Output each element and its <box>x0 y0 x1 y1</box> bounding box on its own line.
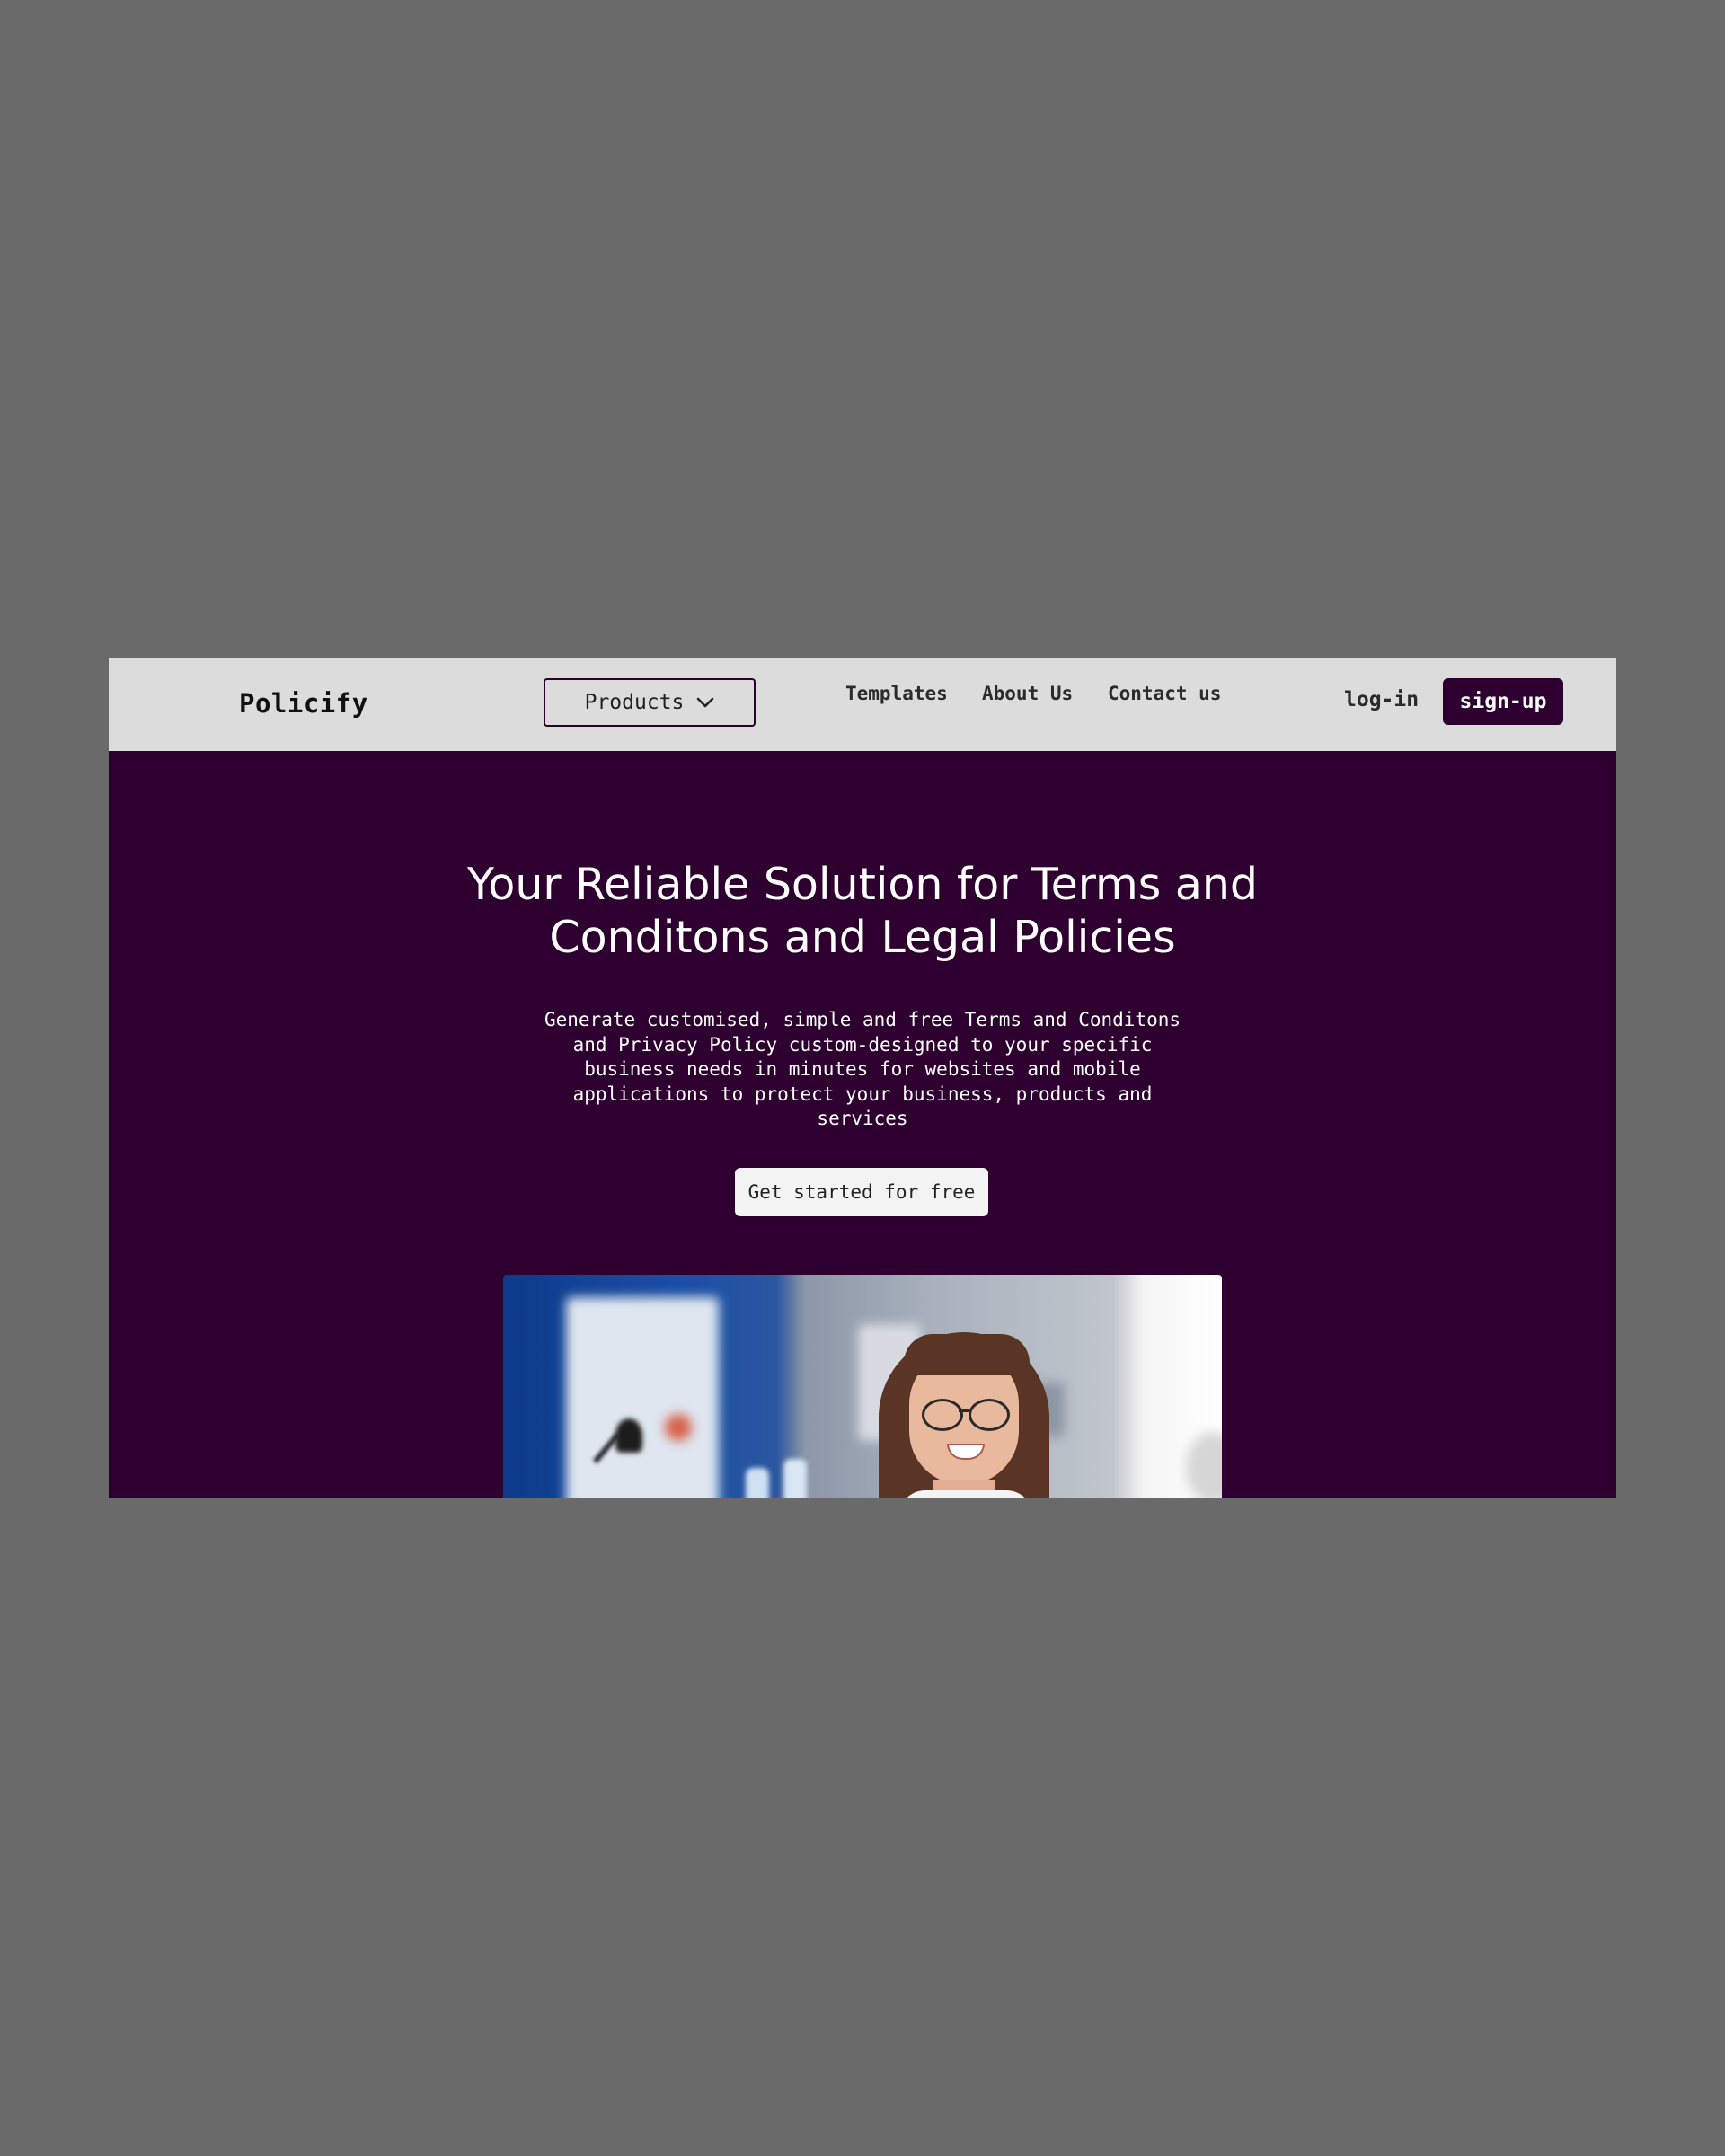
hero-subtitle-line: services <box>817 1108 908 1129</box>
hero-image <box>503 1275 1222 1498</box>
hero-subtitle: Generate customised, simple and free Ter… <box>539 1008 1186 1132</box>
login-link[interactable]: log-in <box>1344 688 1419 711</box>
hero-title-line: Conditons and Legal Policies <box>549 912 1176 963</box>
chevron-down-icon <box>697 697 714 708</box>
nav-link-templates[interactable]: Templates <box>845 683 948 704</box>
nav-link-contact-us[interactable]: Contact us <box>1108 683 1221 704</box>
hero-title: Your Reliable Solution for Terms and Con… <box>109 858 1616 964</box>
hero-subtitle-line: Generate customised, simple and free Ter… <box>544 1009 1181 1030</box>
page-frame: Policify Products Templates About Us Con… <box>109 658 1616 1498</box>
hero-subtitle-line: applications to protect your business, p… <box>572 1082 1153 1105</box>
signup-button[interactable]: sign-up <box>1443 678 1563 725</box>
hero-title-line: Your Reliable Solution for Terms and <box>466 859 1259 910</box>
navbar: Policify Products Templates About Us Con… <box>109 658 1616 751</box>
products-dropdown-button[interactable]: Products <box>544 678 756 727</box>
hero-subtitle-line: and Privacy Policy custom-designed to yo… <box>572 1033 1153 1056</box>
products-label: Products <box>584 691 685 714</box>
get-started-button[interactable]: Get started for free <box>735 1168 988 1216</box>
glasses-icon <box>922 1399 963 1431</box>
logo[interactable]: Policify <box>239 688 368 719</box>
hero-subtitle-line: business needs in minutes for websites a… <box>584 1058 1141 1080</box>
nav-link-about-us[interactable]: About Us <box>982 683 1073 704</box>
